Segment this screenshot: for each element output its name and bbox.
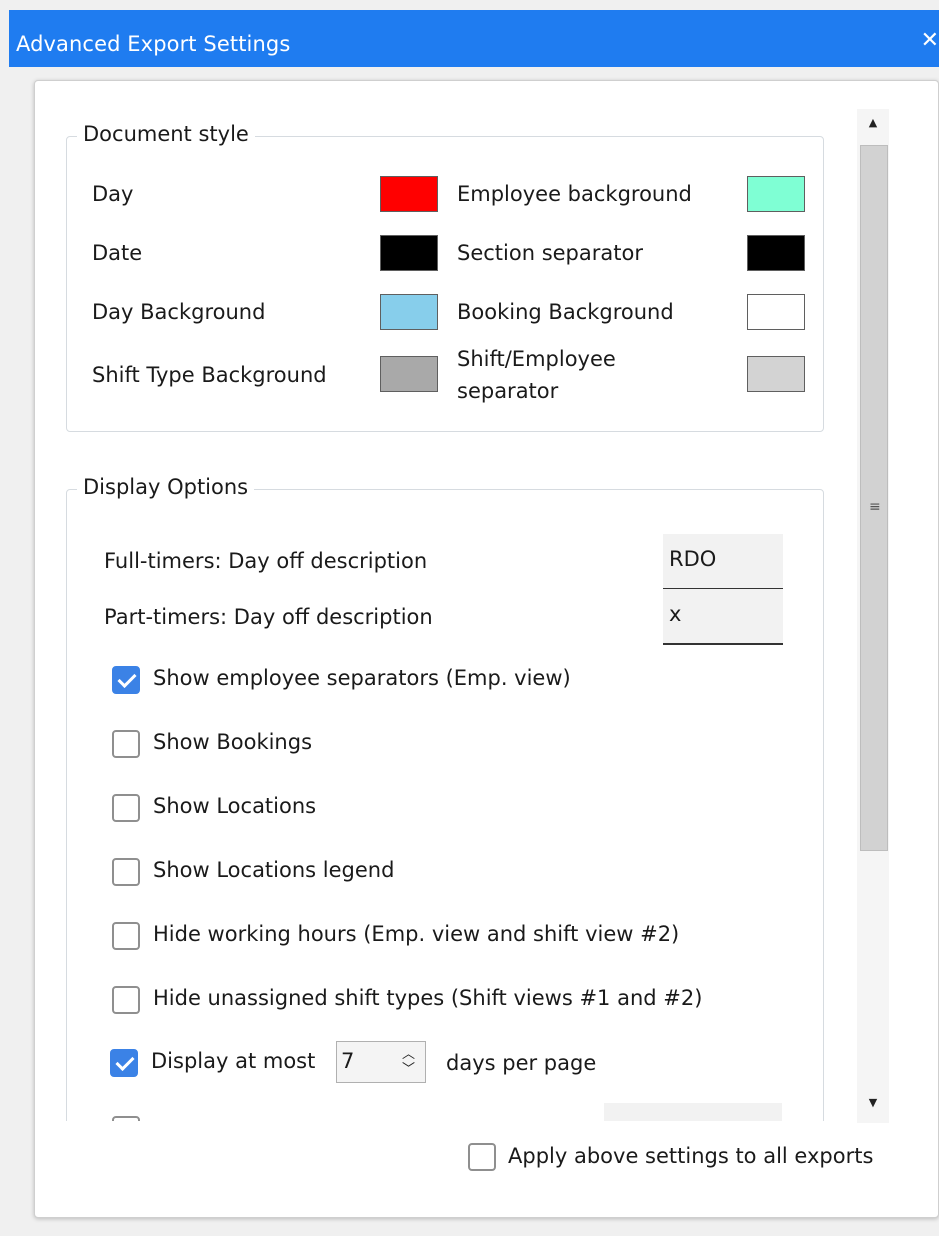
display-options-group: Display Options Full-timers: Day off des… xyxy=(66,475,824,1121)
fulltimers-day-off-label: Full-timers: Day off description xyxy=(104,549,428,573)
shift-employee-separator-label-line1: Shift/Employee xyxy=(457,347,616,371)
section-separator-color-label: Section separator xyxy=(457,241,643,265)
shift-type-background-color-swatch[interactable] xyxy=(380,356,438,392)
apply-all-exports-label[interactable]: Apply above settings to all exports xyxy=(508,1143,873,1169)
scroll-down-icon[interactable]: ▼ xyxy=(857,1089,889,1117)
close-icon[interactable]: ✕ xyxy=(921,30,939,52)
document-style-legend: Document style xyxy=(77,122,255,146)
scroll-up-icon[interactable]: ▲ xyxy=(857,109,889,137)
hide-working-hours-checkbox[interactable] xyxy=(112,922,140,950)
shift-employee-separator-label-line2: separator xyxy=(457,379,559,403)
day-color-label: Day xyxy=(92,182,134,206)
dialog-titlebar: Advanced Export Settings ✕ xyxy=(9,10,939,67)
stepper-up-icon[interactable]: ︿ xyxy=(402,1048,415,1061)
show-locations-label[interactable]: Show Locations xyxy=(153,793,316,819)
show-locations-legend-checkbox[interactable] xyxy=(112,858,140,886)
scrollbar-thumb[interactable]: ≡ xyxy=(860,145,888,851)
days-per-page-value[interactable]: 7 xyxy=(341,1049,354,1073)
days-per-page-label: days per page xyxy=(446,1051,597,1075)
display-at-most-checkbox[interactable] xyxy=(110,1049,138,1077)
hide-unassigned-shift-types-label[interactable]: Hide unassigned shift types (Shift views… xyxy=(153,985,702,1011)
shift-employee-separator-color-swatch[interactable] xyxy=(747,356,805,392)
stepper-down-icon[interactable]: ﹀ xyxy=(402,1063,415,1076)
partially-visible-checkbox[interactable] xyxy=(112,1116,140,1121)
show-bookings-checkbox[interactable] xyxy=(112,730,140,758)
day-color-swatch[interactable] xyxy=(380,176,438,212)
employee-background-color-label: Employee background xyxy=(457,182,692,206)
scrollbar-grip-icon: ≡ xyxy=(869,499,881,515)
scroll-viewport: Document style Day Date Day Background S… xyxy=(35,81,857,1121)
partially-visible-input[interactable] xyxy=(604,1103,782,1121)
show-bookings-label[interactable]: Show Bookings xyxy=(153,729,312,755)
apply-all-exports-checkbox[interactable] xyxy=(468,1143,496,1171)
shift-type-background-color-label: Shift Type Background xyxy=(92,363,327,387)
vertical-scrollbar[interactable]: ▲ ≡ ▼ xyxy=(857,109,889,1123)
section-separator-color-swatch[interactable] xyxy=(747,235,805,271)
display-at-most-label[interactable]: Display at most xyxy=(151,1048,315,1074)
display-options-legend: Display Options xyxy=(77,475,255,499)
document-style-group: Document style Day Date Day Background S… xyxy=(66,122,824,432)
settings-panel: Document style Day Date Day Background S… xyxy=(34,80,939,1218)
show-employee-separators-checkbox[interactable] xyxy=(112,666,140,694)
window-top-strip xyxy=(0,0,939,10)
booking-background-color-swatch[interactable] xyxy=(747,294,805,330)
day-background-color-swatch[interactable] xyxy=(380,294,438,330)
booking-background-color-label: Booking Background xyxy=(457,300,674,324)
day-background-color-label: Day Background xyxy=(92,300,266,324)
hide-unassigned-shift-types-checkbox[interactable] xyxy=(112,986,140,1014)
parttimers-day-off-input[interactable]: x xyxy=(663,589,783,645)
date-color-swatch[interactable] xyxy=(380,235,438,271)
days-per-page-stepper[interactable]: 7 ︿ ﹀ xyxy=(336,1041,426,1083)
show-locations-checkbox[interactable] xyxy=(112,794,140,822)
parttimers-day-off-label: Part-timers: Day off description xyxy=(104,605,433,629)
hide-working-hours-label[interactable]: Hide working hours (Emp. view and shift … xyxy=(153,921,679,947)
dialog-title: Advanced Export Settings xyxy=(16,32,291,56)
fulltimers-day-off-input[interactable]: RDO xyxy=(663,534,783,590)
employee-background-color-swatch[interactable] xyxy=(747,176,805,212)
show-employee-separators-label[interactable]: Show employee separators (Emp. view) xyxy=(153,665,571,691)
show-locations-legend-label[interactable]: Show Locations legend xyxy=(153,857,394,883)
date-color-label: Date xyxy=(92,241,143,265)
